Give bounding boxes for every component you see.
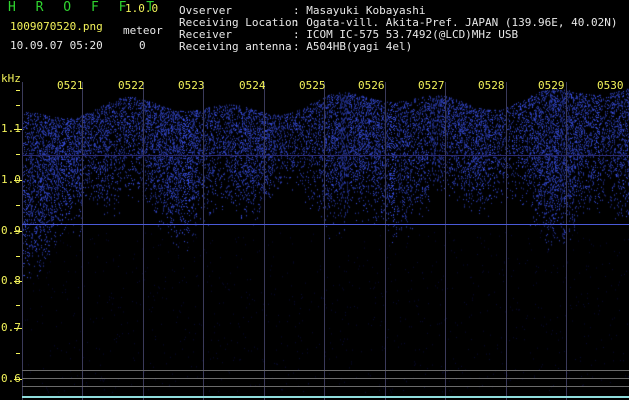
reference-line: [22, 378, 629, 379]
x-tick-label: 0529: [538, 79, 565, 92]
info-key-antenna: Receiving antenna: [179, 40, 292, 53]
reference-line: [22, 224, 629, 225]
meteor-label: meteor: [123, 24, 163, 37]
x-tick-label: 0525: [299, 79, 326, 92]
version-label: 1.0.0: [125, 2, 159, 15]
info-value-antenna: : A504HB(yagi 4el): [293, 40, 413, 53]
x-tick-label: 0526: [358, 79, 385, 92]
meteor-count: 0: [139, 39, 146, 52]
reference-line: [22, 386, 629, 387]
datetime-label: 10.09.07 05:20: [10, 39, 103, 52]
filename-label: 1009070520.png: [10, 20, 103, 33]
x-tick-label: 0524: [239, 79, 266, 92]
x-tick-label: 0530: [597, 79, 624, 92]
reference-line: [22, 370, 629, 371]
y-axis-unit: kHz: [1, 72, 21, 85]
x-tick-label: 0527: [418, 79, 445, 92]
x-tick-label: 0522: [118, 79, 145, 92]
x-tick-label: 0523: [178, 79, 205, 92]
spectrogram-plot: [22, 82, 629, 400]
reference-line: [22, 155, 629, 156]
x-tick-label: 0528: [478, 79, 505, 92]
x-tick-label: 0521: [57, 79, 84, 92]
bottom-line: [22, 396, 629, 398]
